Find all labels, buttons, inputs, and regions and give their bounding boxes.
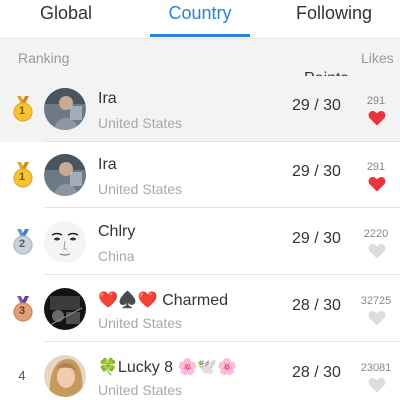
player-points: 29 / 30 xyxy=(292,97,341,114)
ranking-column-header: Ranking xyxy=(18,50,70,66)
tab-country[interactable]: Country xyxy=(134,0,266,38)
heart-outline-icon[interactable] xyxy=(368,377,386,393)
avatar[interactable] xyxy=(44,88,86,130)
avatar[interactable] xyxy=(44,355,86,397)
player-country: China xyxy=(98,248,135,264)
heart-outline-icon[interactable] xyxy=(368,310,386,326)
likes-count: 291 xyxy=(366,95,386,107)
rank-cell: 1 xyxy=(10,96,34,122)
player-points: 29 / 30 xyxy=(292,163,341,180)
tab-bar: Global Country Following xyxy=(0,0,400,38)
player-points: 28 / 30 xyxy=(292,364,341,381)
leaderboard-row[interactable]: 1 Ira United States 29 / 30 291 xyxy=(0,76,400,142)
likes-column-header: Likes xyxy=(361,50,394,66)
rank-number: 1 xyxy=(18,105,26,117)
rank-cell: 4 xyxy=(10,363,34,389)
player-country: United States xyxy=(98,382,183,398)
player-country: United States xyxy=(98,315,183,331)
avatar[interactable] xyxy=(44,221,86,263)
player-name: Ira xyxy=(98,90,117,107)
player-points: 29 / 30 xyxy=(292,230,341,247)
player-name: Chlry xyxy=(98,223,136,240)
rank-number: 4 xyxy=(18,368,26,383)
player-name: Ira xyxy=(98,156,117,173)
rank-number: 3 xyxy=(18,305,26,317)
rank-number: 1 xyxy=(18,171,26,183)
player-country: United States xyxy=(98,115,183,131)
avatar[interactable] xyxy=(44,288,86,330)
heart-icon[interactable] xyxy=(368,176,386,192)
active-tab-indicator xyxy=(150,34,250,37)
rank-cell: 2 xyxy=(10,229,34,255)
likes-count: 32725 xyxy=(360,295,392,307)
leaderboard-row[interactable]: 2 Chlry China 29 / 30 2220 xyxy=(0,209,400,275)
likes-count: 23081 xyxy=(360,362,392,374)
player-points: 28 / 30 xyxy=(292,297,341,314)
player-country: United States xyxy=(98,181,183,197)
leaderboard-screen: Global Country Following Ranking Points … xyxy=(0,0,400,400)
row-divider xyxy=(44,274,400,275)
likes-count: 2220 xyxy=(363,228,389,240)
leaderboard-row[interactable]: 3 ❤️♠️❤️ Charmed United States 28 / 30 3… xyxy=(0,276,400,342)
row-divider xyxy=(44,341,400,342)
player-name: ❤️♠️❤️ Charmed xyxy=(98,292,229,309)
leaderboard-row[interactable]: 4 🍀Lucky 8 🌸🕊️🌸 United States 28 / 30 23… xyxy=(0,343,400,400)
likes-count: 291 xyxy=(366,161,386,173)
rank-number: 2 xyxy=(18,238,26,250)
leaderboard-header: Ranking Points Likes xyxy=(0,38,400,87)
leaderboard-row[interactable]: 1 Ira United States 29 / 30 291 xyxy=(0,142,400,208)
heart-icon[interactable] xyxy=(368,110,386,126)
rank-cell: 1 xyxy=(10,162,34,188)
rank-cell: 3 xyxy=(10,296,34,322)
tab-following[interactable]: Following xyxy=(268,0,400,38)
player-name: 🍀Lucky 8 🌸🕊️🌸 xyxy=(98,359,238,376)
tab-global[interactable]: Global xyxy=(0,0,132,38)
row-divider xyxy=(44,207,400,208)
heart-outline-icon[interactable] xyxy=(368,243,386,259)
avatar[interactable] xyxy=(44,154,86,196)
